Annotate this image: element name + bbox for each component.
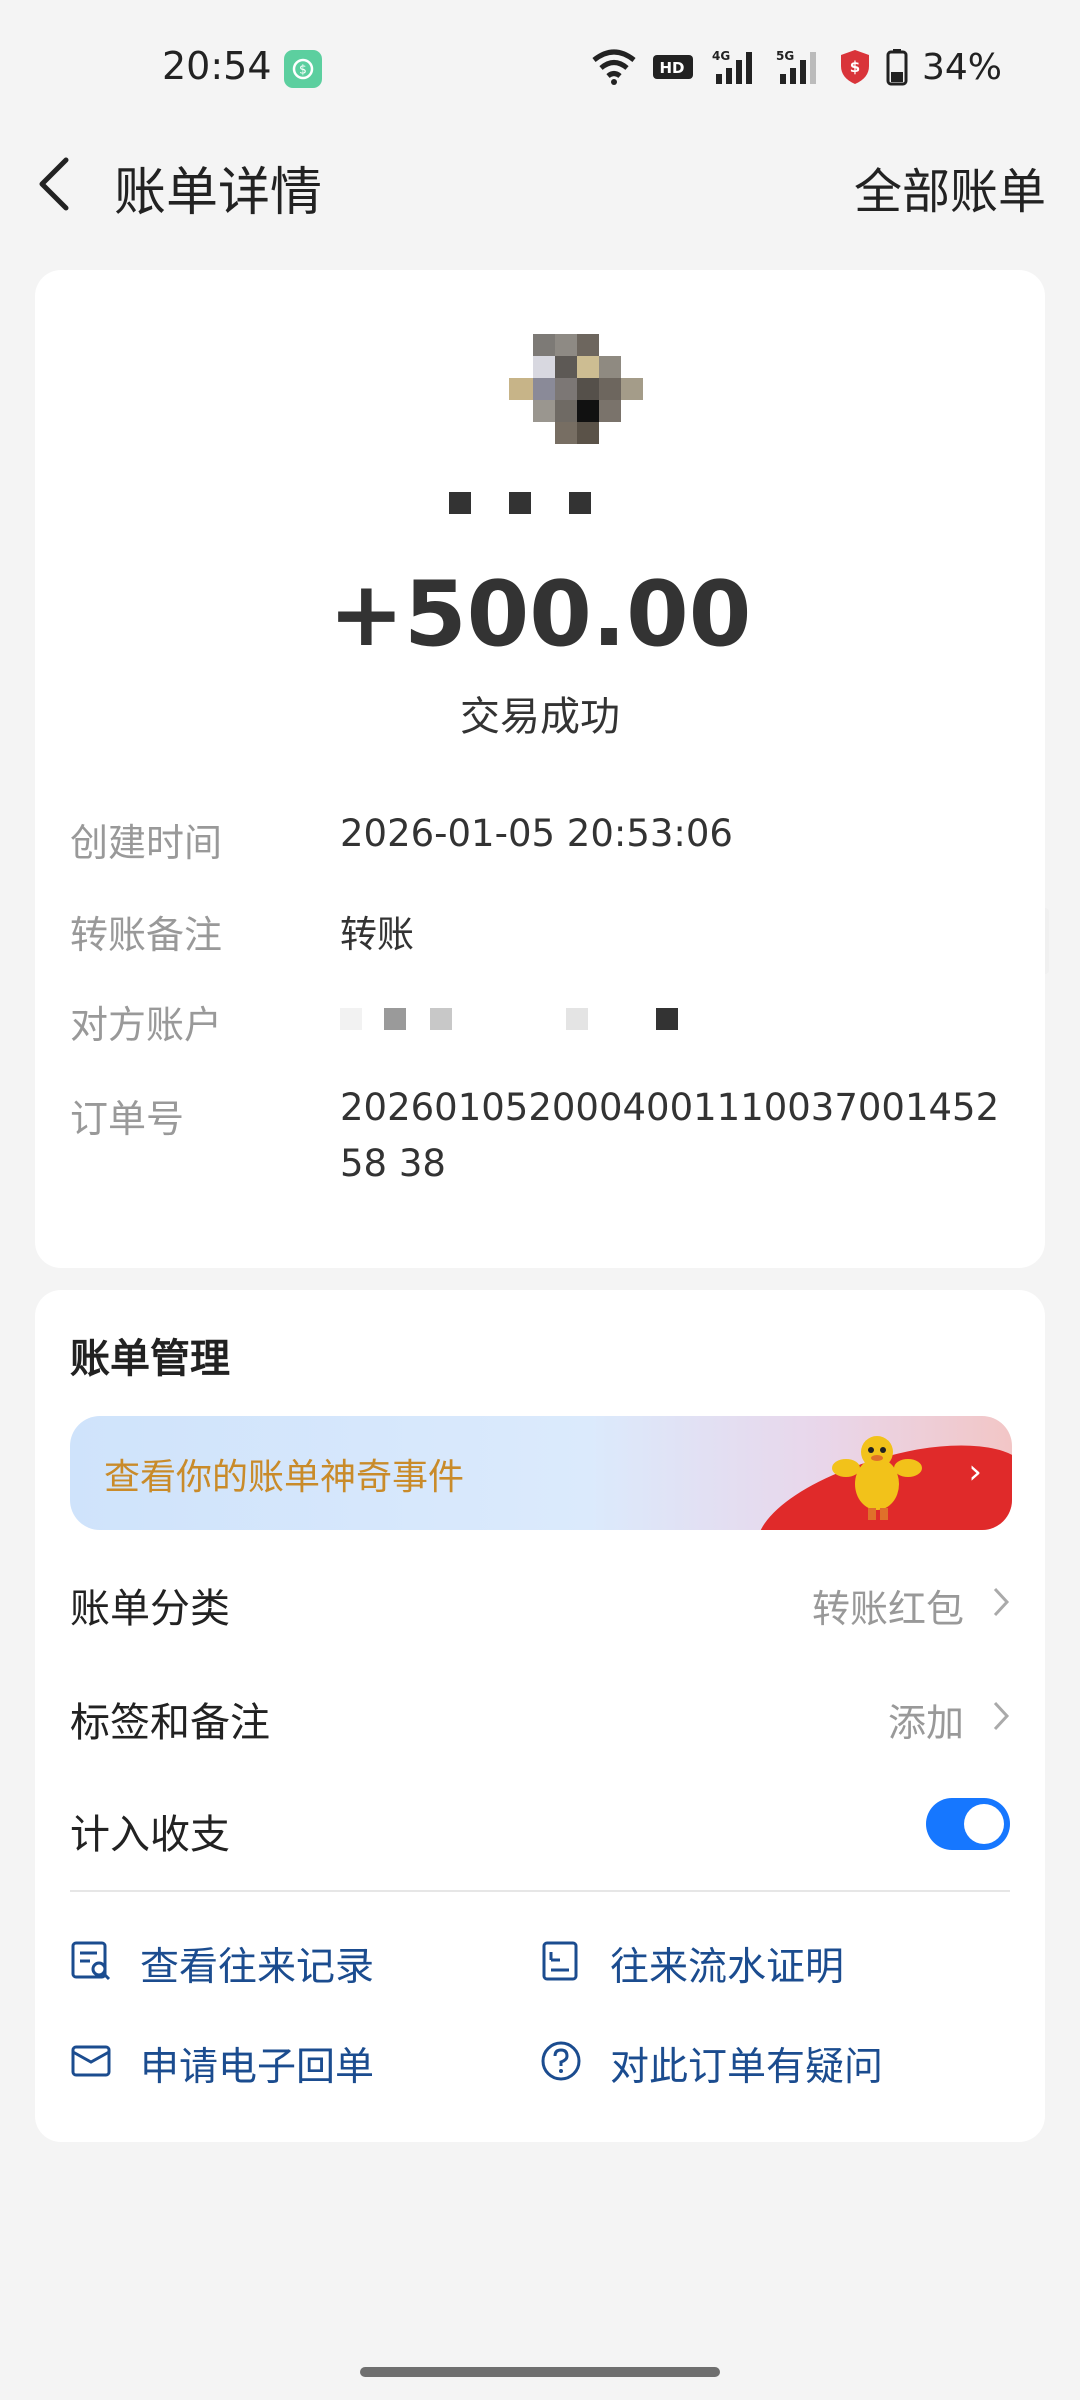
svg-text:4G: 4G [712,49,730,63]
avatar [509,334,645,450]
bill-management-card: 账单管理 查看你的账单神奇事件 › 账单分类 转账红包 标签和备注 添加 计入收… [35,1290,1045,2142]
order-question-link[interactable]: 对此订单有疑问 [540,2030,980,2090]
category-label: 账单分类 [70,1586,230,1632]
view-records-label: 查看往来记录 [140,1945,375,1990]
banner-chevron-icon: › [968,1452,982,1492]
tags-row[interactable]: 标签和备注 添加 [70,1674,1010,1754]
svg-text:HD: HD [659,59,684,77]
nav-header: 账单详情 全部账单 [0,140,1080,230]
battery-percent: 34% [921,46,1002,88]
transaction-status: 交易成功 [460,694,620,740]
hd-icon: HD [652,55,693,79]
count-in-budget-label: 计入收支 [70,1812,230,1858]
created-time-value: 2026-01-05 20:53:06 [340,812,733,855]
count-in-budget-row: 计入收支 [70,1786,1010,1866]
tags-label: 标签和备注 [70,1700,270,1746]
svg-text:5G: 5G [776,49,794,63]
shield-icon: $ [840,50,869,84]
order-number-value: 202601052000400111003700145258 38 [340,1086,1000,1185]
transaction-proof-label: 往来流水证明 [610,1945,845,1990]
remark-value: 转账 [340,913,414,956]
banner-text: 查看你的账单神奇事件 [104,1457,465,1498]
status-icons: HD 4G 5G $ 34% [590,44,1002,90]
chevron-right-icon [993,1587,1010,1617]
page-title: 账单详情 [114,163,323,223]
transaction-proof-link[interactable]: 往来流水证明 [540,1930,980,1990]
battery-icon [886,49,908,86]
svg-text:$: $ [850,58,860,76]
svg-text:$: $ [299,63,307,77]
divider [70,1890,1010,1892]
toggle-knob [964,1804,1004,1844]
mascot-icon [832,1436,922,1520]
category-value: 转账红包 [811,1587,964,1631]
back-button[interactable] [34,154,84,214]
mail-icon [71,2045,111,2077]
chevron-right-icon [993,1701,1010,1731]
question-icon [541,2041,581,2081]
wifi-icon [592,49,636,85]
tags-value: 添加 [887,1701,964,1745]
status-bar: 20:54 $ HD 4G 5G $ 34% [0,0,1080,140]
signal-4g-icon: 4G [712,49,752,84]
e-receipt-label: 申请电子回单 [140,2045,375,2090]
amount: +500.00 [328,562,752,667]
created-time-label: 创建时间 [70,821,223,865]
remark-label: 转账备注 [70,913,223,957]
transaction-card: +500.00 交易成功 创建时间 2026-01-05 20:53:06 转账… [35,270,1045,1268]
chevron-left-icon [39,157,69,211]
status-time: 20:54 [162,44,272,88]
order-question-label: 对此订单有疑问 [610,2045,884,2090]
count-in-budget-toggle[interactable] [926,1798,1010,1850]
app-notification-icon: $ [284,50,322,88]
records-icon [71,1941,111,1981]
all-bills-link[interactable]: 全部账单 [854,152,1046,222]
e-receipt-link[interactable]: 申请电子回单 [70,2030,510,2090]
masked-name [449,492,591,514]
counterparty-masked-value [340,1008,700,1032]
signal-5g-icon: 5G [776,49,816,84]
home-indicator[interactable] [360,2367,720,2377]
document-icon [542,1941,578,1981]
counterparty-label: 对方账户 [70,1003,223,1047]
view-records-link[interactable]: 查看往来记录 [70,1930,510,1990]
promo-banner[interactable]: 查看你的账单神奇事件 › [70,1416,1012,1530]
category-row[interactable]: 账单分类 转账红包 [70,1560,1010,1640]
section-title: 账单管理 [70,1336,230,1382]
order-number-label: 订单号 [70,1097,185,1141]
